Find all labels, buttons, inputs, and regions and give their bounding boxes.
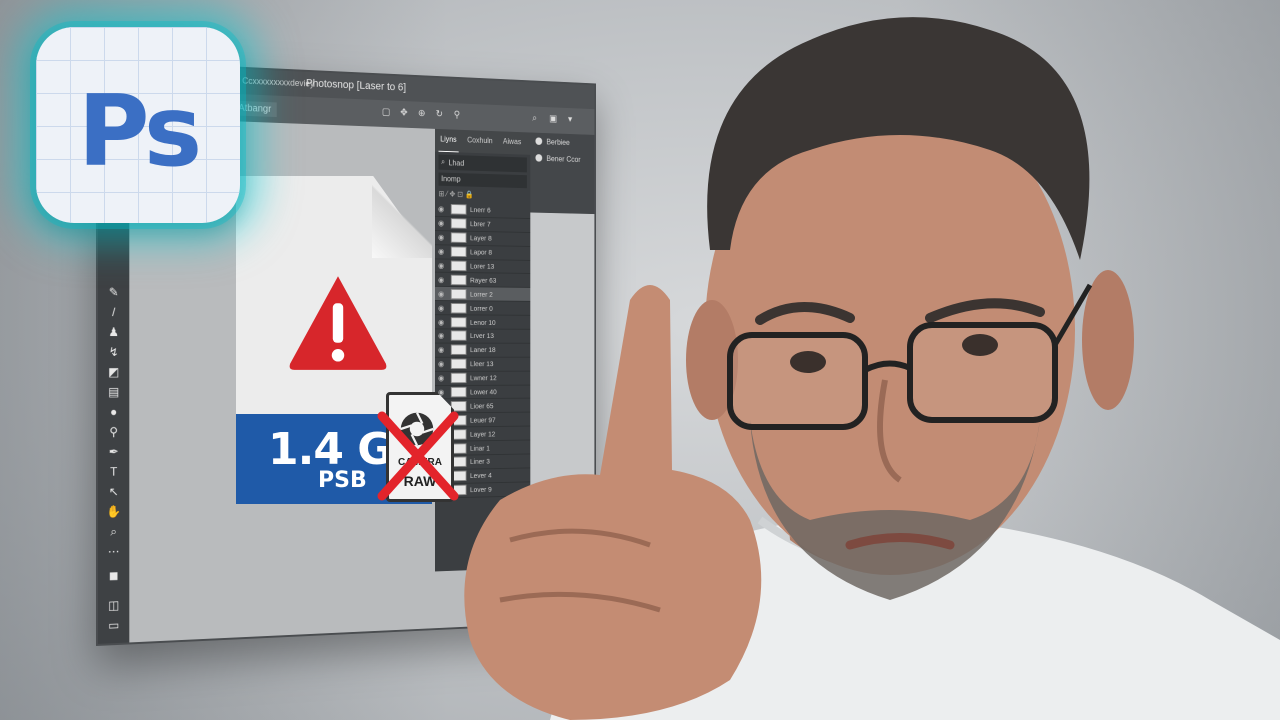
brush-tool-icon[interactable]: /: [105, 304, 123, 320]
photoshop-app-icon: Ps: [36, 27, 240, 223]
option-icon[interactable]: ⊕: [416, 107, 428, 121]
stamp-tool-icon[interactable]: ♟: [105, 324, 123, 340]
page-fold: [372, 176, 432, 258]
type-tool-icon[interactable]: T: [105, 464, 123, 480]
option-icon[interactable]: ▢: [380, 106, 393, 120]
dodge-tool-icon[interactable]: ⚲: [105, 424, 123, 440]
gradient-tool-icon[interactable]: ▤: [105, 384, 123, 400]
option-icon[interactable]: ✥: [398, 107, 410, 121]
file-type: PSB: [318, 468, 367, 493]
quick-mask-icon[interactable]: ◫: [105, 597, 123, 614]
warning-icon: [286, 270, 390, 374]
blur-tool-icon[interactable]: ●: [105, 404, 123, 420]
presenter-photo: [430, 0, 1280, 720]
history-brush-icon[interactable]: ↯: [105, 344, 123, 360]
eraser-icon[interactable]: ◩: [105, 364, 123, 380]
zoom-tool-icon[interactable]: ⌕: [105, 523, 123, 539]
screen-mode-icon[interactable]: ▭: [105, 617, 123, 634]
more-tools-icon[interactable]: ⋯: [105, 543, 123, 560]
ps-logo-text: Ps: [36, 75, 240, 189]
eraser-tool-icon[interactable]: ✎: [105, 284, 123, 300]
path-select-icon[interactable]: ↖: [105, 483, 123, 499]
color-swatch-icon[interactable]: ◼: [105, 567, 123, 584]
pen-tool-icon[interactable]: ✒: [105, 444, 123, 460]
hand-tool-icon[interactable]: ✋: [105, 503, 123, 519]
